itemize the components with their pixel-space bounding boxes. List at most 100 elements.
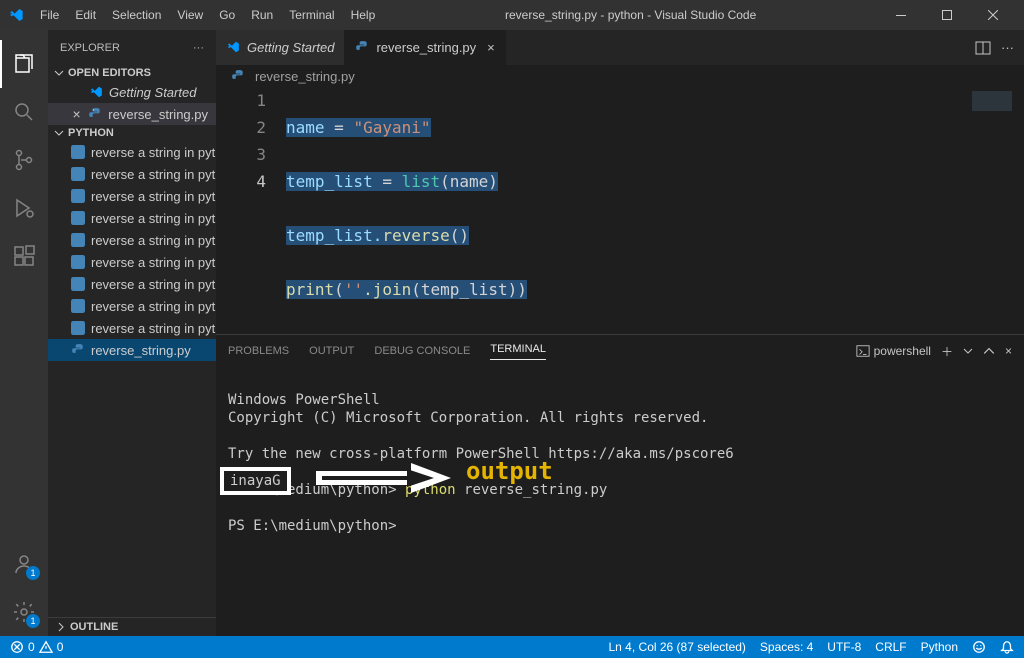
- terminal-dropdown-icon[interactable]: [963, 346, 973, 356]
- status-notifications-icon[interactable]: [1000, 640, 1014, 654]
- python-file-icon: [70, 232, 86, 248]
- file-item[interactable]: reverse a string in pyt...: [48, 207, 216, 229]
- settings-badge: 1: [26, 614, 40, 628]
- code-token: .join: [363, 280, 411, 299]
- file-label: reverse a string in pyt...: [91, 255, 216, 270]
- explorer-icon[interactable]: [0, 40, 48, 88]
- code-editor[interactable]: 1 2 3 4 name = "Gayani" temp_list = list…: [216, 87, 1024, 334]
- file-item[interactable]: reverse a string in pyt...: [48, 163, 216, 185]
- code-token: (: [334, 280, 344, 299]
- code-token: name: [286, 118, 325, 137]
- terminal-prompt: PS E:\medi: [228, 518, 312, 534]
- extensions-icon[interactable]: [0, 232, 48, 280]
- panel: PROBLEMS OUTPUT DEBUG CONSOLE TERMINAL p…: [216, 334, 1024, 636]
- status-language[interactable]: Python: [921, 640, 958, 654]
- search-icon[interactable]: [0, 88, 48, 136]
- breadcrumb[interactable]: reverse_string.py: [216, 65, 1024, 87]
- terminal[interactable]: Windows PowerShell Copyright (C) Microso…: [216, 367, 1024, 636]
- code-token: =: [373, 172, 402, 191]
- status-spaces[interactable]: Spaces: 4: [760, 640, 813, 654]
- vscode-logo-icon: [226, 40, 242, 56]
- outline-label: OUTLINE: [70, 621, 118, 633]
- file-item[interactable]: reverse a string in pyt...: [48, 141, 216, 163]
- file-label: reverse a string in pyt...: [91, 167, 216, 182]
- more-icon[interactable]: ···: [1001, 40, 1014, 55]
- code-token: =: [325, 118, 354, 137]
- settings-icon[interactable]: 1: [0, 588, 48, 636]
- code-token: temp_list: [286, 172, 373, 191]
- menu-help[interactable]: Help: [343, 8, 384, 22]
- source-control-icon[interactable]: [0, 136, 48, 184]
- file-label: reverse a string in pyt...: [91, 145, 216, 160]
- close-icon[interactable]: ×: [487, 40, 495, 55]
- tab-label: Getting Started: [247, 40, 334, 55]
- split-editor-icon[interactable]: [975, 40, 991, 56]
- close-icon[interactable]: ×: [70, 106, 83, 122]
- status-cursor-position[interactable]: Ln 4, Col 26 (87 selected): [609, 640, 746, 654]
- file-label: reverse a string in pyt...: [91, 321, 216, 336]
- file-item-active[interactable]: reverse_string.py: [48, 339, 216, 361]
- open-editor-getting-started[interactable]: Getting Started: [48, 81, 216, 103]
- file-item[interactable]: reverse a string in pyt...: [48, 317, 216, 339]
- accounts-icon[interactable]: 1: [0, 540, 48, 588]
- open-editor-reverse-string[interactable]: × reverse_string.py: [48, 103, 216, 125]
- open-editors-header[interactable]: OPEN EDITORS: [48, 65, 216, 81]
- code-token: (): [450, 226, 469, 245]
- panel-tab-problems[interactable]: PROBLEMS: [228, 345, 289, 357]
- chevron-down-icon: [54, 68, 64, 78]
- maximize-button[interactable]: [924, 0, 970, 30]
- panel-tab-debug-console[interactable]: DEBUG CONSOLE: [374, 345, 470, 357]
- panel-tab-terminal[interactable]: TERMINAL: [490, 343, 546, 360]
- minimize-button[interactable]: [878, 0, 924, 30]
- python-file-icon: [70, 188, 86, 204]
- code-token: '': [344, 280, 363, 299]
- status-encoding[interactable]: UTF-8: [827, 640, 861, 654]
- sidebar: EXPLORER ··· OPEN EDITORS Getting Starte…: [48, 30, 216, 636]
- menu-view[interactable]: View: [169, 8, 211, 22]
- maximize-panel-icon[interactable]: [983, 345, 995, 357]
- new-terminal-icon[interactable]: ＋: [941, 343, 953, 360]
- python-file-icon: [70, 342, 86, 358]
- menu-edit[interactable]: Edit: [67, 8, 104, 22]
- status-errors[interactable]: 0 0: [10, 640, 63, 654]
- sidebar-more-icon[interactable]: ···: [193, 42, 204, 54]
- menu-selection[interactable]: Selection: [104, 8, 169, 22]
- minimap[interactable]: [972, 91, 1012, 111]
- file-item[interactable]: reverse a string in pyt...: [48, 251, 216, 273]
- file-list: reverse a string in pyt... reverse a str…: [48, 141, 216, 617]
- python-file-icon: [70, 166, 86, 182]
- code-content[interactable]: name = "Gayani" temp_list = list(name) t…: [286, 87, 1024, 334]
- file-item[interactable]: reverse a string in pyt...: [48, 273, 216, 295]
- outline-header[interactable]: OUTLINE: [48, 617, 216, 636]
- menu-go[interactable]: Go: [211, 8, 243, 22]
- chevron-right-icon: [56, 622, 66, 632]
- vscode-logo-icon: [8, 7, 24, 23]
- chevron-down-icon: [54, 128, 64, 138]
- workspace-header[interactable]: PYTHON: [48, 125, 216, 141]
- close-panel-icon[interactable]: ×: [1005, 344, 1012, 358]
- tab-getting-started[interactable]: Getting Started: [216, 30, 345, 65]
- file-label: reverse a string in pyt...: [91, 299, 216, 314]
- file-item[interactable]: reverse a string in pyt...: [48, 229, 216, 251]
- code-token: print: [286, 280, 334, 299]
- python-file-icon: [70, 276, 86, 292]
- panel-tab-output[interactable]: OUTPUT: [309, 345, 354, 357]
- status-feedback-icon[interactable]: [972, 640, 986, 654]
- python-file-icon: [70, 320, 86, 336]
- python-file-icon: [70, 254, 86, 270]
- vscode-logo-icon: [88, 84, 104, 100]
- workspace-label: PYTHON: [68, 127, 114, 139]
- menu-file[interactable]: File: [32, 8, 67, 22]
- file-item[interactable]: reverse a string in pyt...: [48, 295, 216, 317]
- run-debug-icon[interactable]: [0, 184, 48, 232]
- menu-run[interactable]: Run: [243, 8, 281, 22]
- status-eol[interactable]: CRLF: [875, 640, 906, 654]
- python-file-icon: [230, 68, 246, 84]
- file-item[interactable]: reverse a string in pyt...: [48, 185, 216, 207]
- tab-reverse-string[interactable]: reverse_string.py ×: [345, 30, 505, 65]
- terminal-shell-label[interactable]: powershell: [856, 344, 931, 358]
- close-button[interactable]: [970, 0, 1016, 30]
- line-number: 2: [216, 114, 266, 141]
- menu-terminal[interactable]: Terminal: [281, 8, 342, 22]
- file-label: reverse a string in pyt...: [91, 211, 216, 226]
